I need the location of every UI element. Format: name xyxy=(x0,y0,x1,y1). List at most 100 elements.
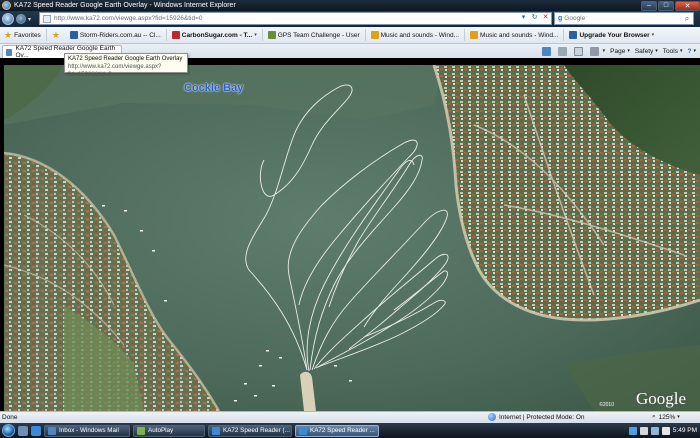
url-input[interactable] xyxy=(54,15,518,22)
favorites-button[interactable]: ★ Favorites xyxy=(0,28,45,42)
favorite-site-icon xyxy=(569,31,578,39)
add-favorite-button[interactable]: ★ xyxy=(48,28,66,42)
taskbar-button-label: AutoPlay xyxy=(148,427,174,434)
cockle-bay-label: Cockle Bay xyxy=(184,82,244,94)
favorites-list: Storm-Riders.com.au -- Cl... CarbonSugar.… xyxy=(66,28,658,42)
favorites-bar: ★ Favorites ★ Storm-Riders.com.au -- Cl.… xyxy=(0,27,700,44)
tools-menu[interactable]: Tools ▾ xyxy=(663,48,683,55)
forward-button[interactable]: › xyxy=(16,14,26,24)
taskbar-button[interactable]: KA72 Speed Reader ... xyxy=(295,424,379,437)
window-title: KA72 Speed Reader Google Earth Overlay -… xyxy=(14,2,236,9)
rss-icon xyxy=(557,46,567,56)
zoom-dropdown-icon: ▾ xyxy=(677,414,680,420)
window-controls: – □ ✕ xyxy=(640,0,700,11)
separator xyxy=(464,29,466,41)
favorites-star-icon: ★ xyxy=(4,29,13,40)
security-zone[interactable]: Internet | Protected Mode: On xyxy=(488,413,585,421)
help-button[interactable]: ? ▾ xyxy=(688,48,697,55)
internet-zone-icon xyxy=(488,413,496,421)
separator xyxy=(563,29,565,41)
status-bar: Done Internet | Protected Mode: On ⌕ 125… xyxy=(0,411,700,423)
refresh-icon[interactable]: ↻ xyxy=(529,13,540,24)
app-icon xyxy=(212,426,220,435)
system-tray: 5:49 PM xyxy=(628,423,700,438)
favorite-label: Upgrade Your Browser xyxy=(579,31,650,39)
chevron-down-icon[interactable]: ▾ xyxy=(652,32,655,38)
separator xyxy=(261,29,263,41)
tray-icon-2[interactable] xyxy=(639,426,648,435)
navigation-bar: ‹ › ▾ ▾ ↻ ✕ g ⌕ xyxy=(0,11,700,27)
tooltip-url: http://www.ka72.com/viewge.aspx?fid=1592… xyxy=(68,64,162,78)
help-icon: ? xyxy=(687,47,692,55)
tools-menu-label: Tools xyxy=(662,47,678,55)
close-button[interactable]: ✕ xyxy=(675,0,700,11)
taskbar-button[interactable]: Inbox - Windows Mail xyxy=(44,424,130,437)
status-text: Done xyxy=(2,414,18,421)
favorite-site-icon xyxy=(171,31,180,39)
safety-menu[interactable]: Safety ▾ xyxy=(635,48,658,55)
separator xyxy=(165,29,167,41)
google-logo[interactable]: Google xyxy=(636,389,686,409)
zoom-control[interactable]: ⌕ 125% ▾ xyxy=(652,413,680,421)
favorite-item[interactable]: Upgrade Your Browser ▾ xyxy=(565,28,658,42)
tooltip-title: KA72 Speed Reader Google Earth Overlay xyxy=(68,56,183,62)
feeds-button[interactable] xyxy=(557,46,569,56)
app-icon xyxy=(299,426,307,435)
favorite-item[interactable]: CarbonSugar.com - T... ▾ xyxy=(168,28,261,42)
favorite-item[interactable]: Music and sounds - Wind... xyxy=(466,28,562,42)
tray-icon-1[interactable] xyxy=(628,426,637,435)
tab-tooltip: KA72 Speed Reader Google Earth Overlay h… xyxy=(64,53,188,78)
taskbar-button-label: Inbox - Windows Mail xyxy=(59,427,119,434)
separator xyxy=(45,29,47,41)
compatibility-icon[interactable]: ▾ xyxy=(518,13,529,24)
mail-icon xyxy=(573,46,583,56)
title-bar: KA72 Speed Reader Google Earth Overlay -… xyxy=(0,0,700,11)
address-bar: ▾ ↻ ✕ xyxy=(39,12,552,25)
zoom-icon: ⌕ xyxy=(652,413,656,420)
zone-label: Internet | Protected Mode: On xyxy=(499,413,585,421)
safety-menu-label: Safety xyxy=(634,47,654,55)
taskbar-button-label: KA72 Speed Reader ... xyxy=(310,427,375,434)
start-button[interactable] xyxy=(2,424,15,437)
google-search-icon: g xyxy=(558,15,563,22)
print-button[interactable]: ▾ xyxy=(589,46,605,56)
zoom-level: 125% xyxy=(658,413,676,421)
search-input[interactable] xyxy=(564,15,681,22)
favorite-item[interactable]: Music and sounds - Wind... xyxy=(367,28,463,42)
show-desktop-icon[interactable] xyxy=(18,425,28,436)
taskbar-button[interactable]: KA72 Speed Reader (... xyxy=(208,424,292,437)
minimize-button[interactable]: – xyxy=(641,0,657,11)
page-menu[interactable]: Page ▾ xyxy=(610,48,630,55)
read-mail-button[interactable] xyxy=(573,46,585,56)
history-dropdown-icon[interactable]: ▾ xyxy=(28,16,31,23)
favorite-site-icon xyxy=(69,31,78,39)
separator xyxy=(364,29,366,41)
favorite-label: Music and sounds - Wind... xyxy=(380,31,460,39)
search-box: g ⌕ xyxy=(554,12,694,25)
add-favorite-icon: ★ xyxy=(51,29,60,40)
command-bar: ▾ Page ▾ Safety ▾ Tools ▾ ? ▾ xyxy=(537,45,696,57)
home-icon xyxy=(541,46,551,56)
favorite-label: GPS Team Challenge - User xyxy=(277,31,360,39)
taskbar-button[interactable]: AutoPlay xyxy=(133,424,205,437)
home-button[interactable] xyxy=(541,46,553,56)
favorite-item[interactable]: GPS Team Challenge - User xyxy=(264,28,364,42)
back-button[interactable]: ‹ xyxy=(2,13,14,25)
clock[interactable]: 5:49 PM xyxy=(673,427,697,434)
network-icon[interactable] xyxy=(650,426,659,435)
taskbar-buttons: Inbox - Windows Mail AutoPlay KA72 Speed R… xyxy=(41,424,379,437)
chevron-down-icon[interactable]: ▾ xyxy=(254,32,257,38)
favorite-item[interactable]: Storm-Riders.com.au -- Cl... xyxy=(66,28,165,42)
stop-icon[interactable]: ✕ xyxy=(540,13,551,24)
map-view[interactable]: Cockle Bay ©2010 Google xyxy=(4,65,700,411)
maximize-button[interactable]: □ xyxy=(658,0,674,11)
favorite-label: Music and sounds - Wind... xyxy=(480,31,559,39)
search-icon[interactable]: ⌕ xyxy=(681,14,693,24)
ie-quicklaunch-icon[interactable] xyxy=(31,425,41,436)
page-menu-label: Page xyxy=(610,47,626,55)
volume-icon[interactable] xyxy=(661,426,670,435)
satellite-map[interactable] xyxy=(4,65,700,411)
taskbar: Inbox - Windows Mail AutoPlay KA72 Speed R… xyxy=(0,423,700,438)
app-icon xyxy=(137,426,145,435)
favorite-site-icon xyxy=(470,31,479,39)
